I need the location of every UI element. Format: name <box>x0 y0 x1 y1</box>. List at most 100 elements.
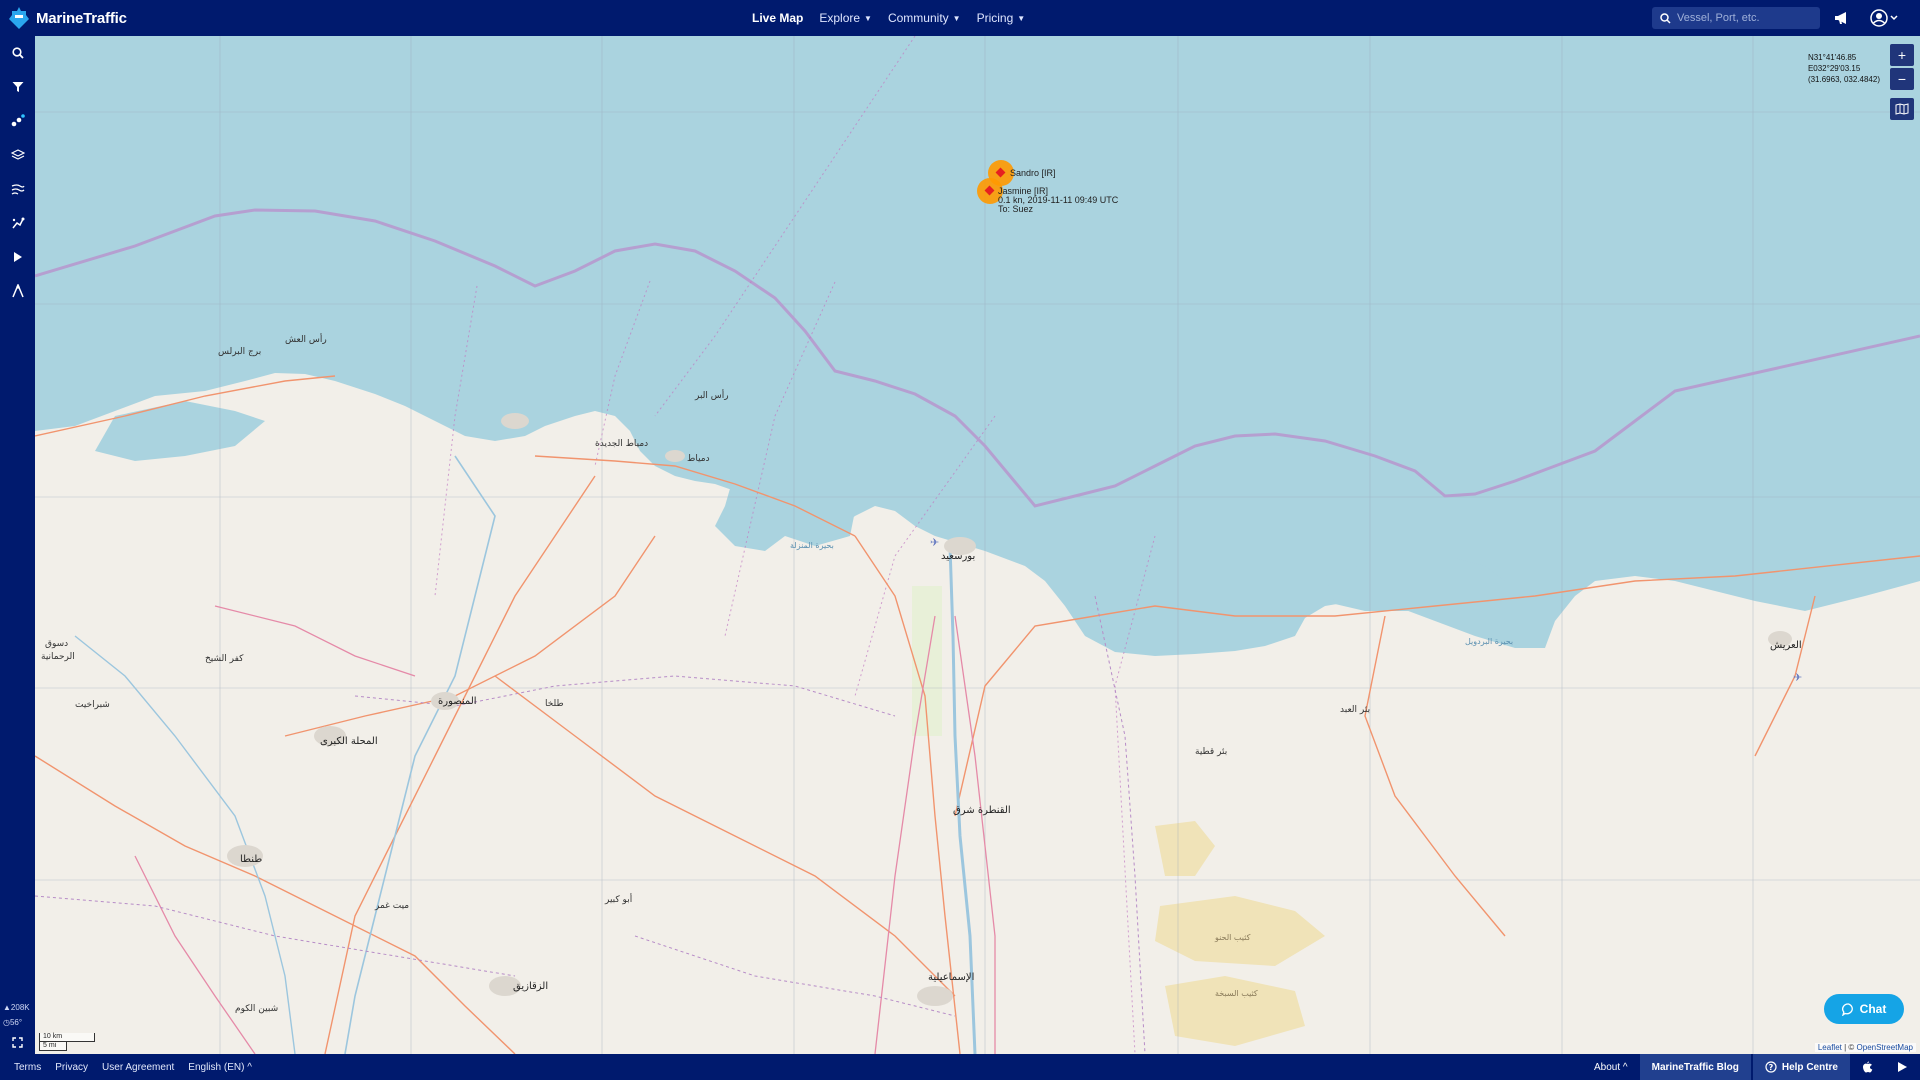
vessel-label-sandro[interactable]: Sandro [IR] <box>1010 169 1056 178</box>
language-selector[interactable]: English (EN) ^ <box>188 1062 252 1073</box>
label-ras-el-bar: رأس البر <box>694 389 729 401</box>
cursor-coordinates: N31°41'46.85 E032°29'03.15 (31.6963, 032… <box>1808 52 1880 85</box>
label-shibin: شبين الكوم <box>235 1004 278 1014</box>
svg-text:?: ? <box>1768 1063 1773 1072</box>
footer-bar: Terms Privacy User Agreement English (EN… <box>0 1054 1920 1080</box>
about-label: About <box>1594 1061 1621 1073</box>
airport-icon: ✈ <box>1793 672 1802 684</box>
chevron-down-icon: ▼ <box>1017 13 1026 23</box>
layers-icon <box>10 149 25 160</box>
attribution-separator: | © <box>1841 1043 1857 1052</box>
left-toolbar: ▲208K ◷56° <box>0 36 35 1054</box>
leaflet-link[interactable]: Leaflet <box>1818 1043 1842 1052</box>
fullscreen-button[interactable] <box>0 1030 35 1054</box>
about-menu[interactable]: About ^ <box>1582 1054 1640 1080</box>
map-canvas[interactable]: بورسعيد دمياط دمياط الجديدة المنصورة الم… <box>35 36 1920 1054</box>
label-zagazig: الزقازيق <box>513 981 548 992</box>
fullscreen-icon <box>12 1036 23 1048</box>
nav-live-map[interactable]: Live Map <box>752 11 803 25</box>
label-tanta: طنطا <box>240 854 262 865</box>
latitude-readout: N31°41'46.85 <box>1807 53 1857 62</box>
my-fleets-button[interactable] <box>0 104 35 138</box>
chat-button[interactable]: Chat <box>1824 994 1904 1024</box>
zoom-control: + − <box>1890 44 1914 92</box>
label-manzala: بحيرة المنزلة <box>790 541 834 550</box>
megaphone-icon[interactable] <box>1832 8 1852 28</box>
label-talkha: طلخا <box>545 699 564 709</box>
chat-bubble-icon <box>1841 1002 1853 1016</box>
label-burullus: برج البرلس <box>218 347 261 357</box>
apple-icon <box>1863 1061 1873 1073</box>
google-play-link[interactable] <box>1885 1054 1920 1080</box>
brand-name: MarineTraffic <box>36 9 127 27</box>
label-bardawil: بحيرة البردويل <box>1465 637 1513 646</box>
help-centre-link[interactable]: ? Help Centre <box>1752 1054 1850 1080</box>
filter-button[interactable] <box>0 70 35 104</box>
decimal-readout: (31.6963, 032.4842) <box>1807 75 1880 84</box>
vessel-count-value: 208K <box>10 1003 30 1012</box>
nav-explore-label: Explore <box>819 11 861 25</box>
scale-bar: 10 km 5 mi <box>39 1033 95 1051</box>
label-rahmaniya: الرحمانية <box>41 652 75 662</box>
nav-live-map-label: Live Map <box>752 11 804 25</box>
map-stats: ▲208K ◷56° <box>0 1000 35 1054</box>
layers-button[interactable] <box>0 138 35 172</box>
zoom-in-button[interactable]: + <box>1890 44 1914 66</box>
weather-button[interactable] <box>0 172 35 206</box>
terms-link[interactable]: Terms <box>14 1062 41 1073</box>
search-tool-button[interactable] <box>0 36 35 70</box>
map-attribution: Leaflet | © OpenStreetMap <box>1814 1043 1916 1052</box>
label-bir-el-abd: بئر العبد <box>1340 705 1370 715</box>
vessel-destination: To: Suez <box>998 204 1034 214</box>
label-abu-kebir: أبو كبير <box>604 893 632 905</box>
chevron-up-icon: ^ <box>247 1061 252 1073</box>
search-input[interactable] <box>1677 12 1807 24</box>
language-label: English (EN) <box>188 1061 245 1073</box>
nav-pricing-label: Pricing <box>976 11 1014 25</box>
ship-logo-icon <box>9 7 29 29</box>
scale-mi: 5 mi <box>39 1042 67 1051</box>
top-bar: MarineTraffic Live Map Explore ▼ Communit… <box>0 0 1920 36</box>
nav-pricing[interactable]: Pricing ▼ <box>977 11 1026 25</box>
user-account-icon[interactable] <box>1868 8 1902 28</box>
zoom-out-button[interactable]: − <box>1890 68 1914 90</box>
chat-label: Chat <box>1859 1002 1887 1016</box>
apple-app-link[interactable] <box>1850 1054 1885 1080</box>
longitude-readout: E032°29'03.15 <box>1807 64 1861 73</box>
label-qantara: القنطرة شرق <box>953 805 1011 816</box>
openstreetmap-link[interactable]: OpenStreetMap <box>1857 1043 1913 1052</box>
label-dune-sabkha: كثيب السبخة <box>1215 989 1258 998</box>
user-agreement-link[interactable]: User Agreement <box>102 1062 174 1073</box>
label-mansoura: المنصورة <box>438 696 477 707</box>
nav-explore[interactable]: Explore ▼ <box>819 11 872 25</box>
play-icon <box>13 252 22 262</box>
label-ras-el-oush: رأس العش <box>285 333 327 345</box>
playback-button[interactable] <box>0 240 35 274</box>
label-damietta: دمياط <box>687 454 710 464</box>
chevron-up-icon: ^ <box>1622 1061 1628 1073</box>
vessel-name-sandro: Sandro [IR] <box>1010 168 1056 178</box>
search-icon <box>11 47 24 59</box>
vessel-label-jasmine[interactable]: Jasmine [IR] 0.1 kn, 2019-11-11 09:49 UT… <box>998 187 1118 214</box>
blog-link[interactable]: MarineTraffic Blog <box>1639 1054 1751 1080</box>
google-play-icon <box>1898 1062 1907 1072</box>
label-port-said: بورسعيد <box>941 551 975 562</box>
chevron-down-icon: ▼ <box>952 13 961 23</box>
brand-logo[interactable]: MarineTraffic <box>8 6 208 30</box>
density-button[interactable] <box>0 206 35 240</box>
help-centre-label: Help Centre <box>1781 1061 1838 1073</box>
privacy-link[interactable]: Privacy <box>55 1062 88 1073</box>
chevron-down-icon: ▼ <box>864 13 872 23</box>
search-icon <box>1660 12 1671 24</box>
map-layers-button[interactable] <box>1890 98 1914 120</box>
weather-icon <box>11 184 25 195</box>
live-map[interactable]: بورسعيد دمياط دمياط الجديدة المنصورة الم… <box>35 36 1920 1054</box>
nav-community[interactable]: Community ▼ <box>888 11 961 25</box>
search-box[interactable] <box>1652 7 1820 29</box>
label-mit-ghamr: ميت غمر <box>374 901 409 911</box>
measure-button[interactable] <box>0 274 35 308</box>
label-dune-hanu: كثيب الحنو <box>1214 933 1251 942</box>
map-icon <box>1895 103 1909 115</box>
label-ismailia: الإسماعيلية <box>928 972 974 983</box>
density-icon <box>11 217 24 229</box>
